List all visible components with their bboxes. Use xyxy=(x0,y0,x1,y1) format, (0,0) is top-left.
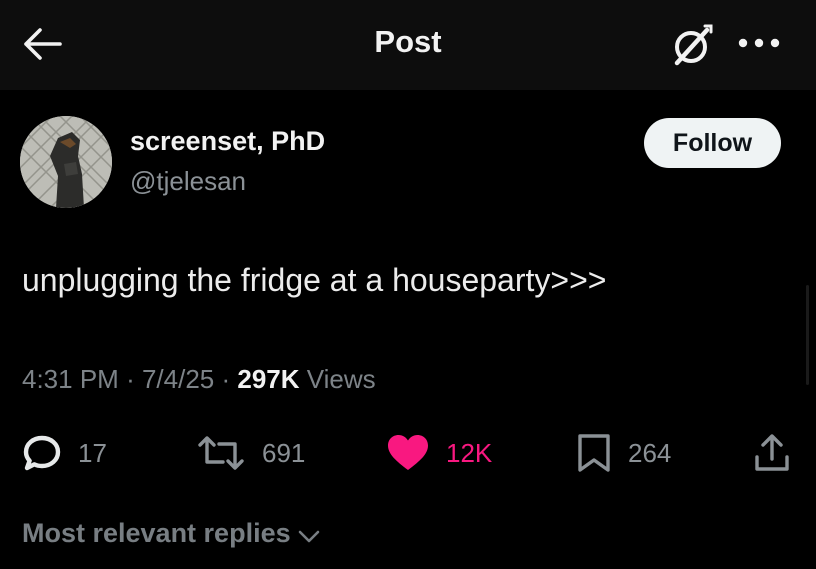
replies-sort-dropdown[interactable]: Most relevant replies xyxy=(22,518,321,549)
share-button[interactable] xyxy=(752,432,792,474)
like-button[interactable]: 12K xyxy=(386,432,492,474)
meta-separator: · xyxy=(221,364,238,394)
author-name[interactable]: screenset, PhD xyxy=(130,126,325,157)
share-icon xyxy=(755,434,789,471)
top-bar: Post xyxy=(0,0,816,90)
grok-icon xyxy=(674,24,713,66)
repost-icon xyxy=(198,436,244,470)
bookmark-icon xyxy=(578,434,610,472)
bookmark-button[interactable]: 264 xyxy=(576,432,671,474)
scrollbar[interactable] xyxy=(806,285,809,385)
post-text: unplugging the fridge at a houseparty>>> xyxy=(22,262,607,298)
avatar[interactable] xyxy=(20,116,112,208)
post-meta: 4:31 PM · 7/4/25 · 297K Views xyxy=(22,364,376,395)
reply-button[interactable]: 17 xyxy=(22,432,107,474)
post-time[interactable]: 4:31 PM xyxy=(22,364,119,394)
avatar-image xyxy=(20,116,112,208)
like-count: 12K xyxy=(446,437,493,468)
post-date[interactable]: 7/4/25 xyxy=(142,364,214,394)
grok-button[interactable] xyxy=(663,18,719,74)
meta-separator: · xyxy=(126,364,142,394)
heart-icon xyxy=(388,435,428,470)
bookmark-count: 264 xyxy=(628,437,672,468)
views-count: 297K xyxy=(237,364,300,394)
more-icon xyxy=(738,38,780,48)
repost-button[interactable]: 691 xyxy=(196,432,305,474)
reply-icon xyxy=(23,435,61,471)
more-options-button[interactable] xyxy=(735,28,783,58)
repost-count: 691 xyxy=(262,437,306,468)
reply-count: 17 xyxy=(78,437,107,468)
author-handle[interactable]: @tjelesan xyxy=(130,166,246,197)
replies-sort-label: Most relevant replies xyxy=(22,518,291,548)
chevron-down-icon xyxy=(298,530,319,542)
follow-button[interactable]: Follow xyxy=(644,118,781,168)
views-label: Views xyxy=(306,364,376,394)
